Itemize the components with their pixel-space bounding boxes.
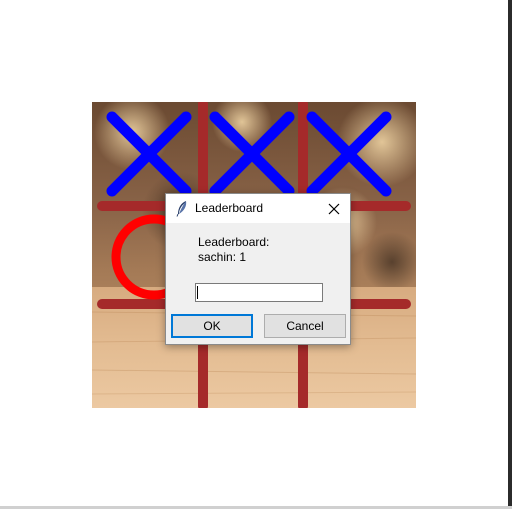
text-cursor [197,286,198,299]
message-line-score: sachin: 1 [198,250,247,264]
close-button[interactable] [323,198,345,220]
dialog-title: Leaderboard [195,201,264,215]
cancel-button[interactable]: Cancel [264,314,346,338]
leaderboard-dialog: Leaderboard Leaderboard: sachin: 1 OK Ca… [165,193,351,345]
feather-icon [175,200,189,217]
message-line-heading: Leaderboard: [198,235,270,249]
screen: Leaderboard Leaderboard: sachin: 1 OK Ca… [0,0,512,509]
dialog-message: Leaderboard: sachin: 1 [198,235,269,265]
window-edge [508,0,512,509]
name-entry-field[interactable] [195,283,323,302]
ok-button[interactable]: OK [171,314,253,338]
close-icon [328,203,340,215]
dialog-titlebar: Leaderboard [166,194,350,223]
